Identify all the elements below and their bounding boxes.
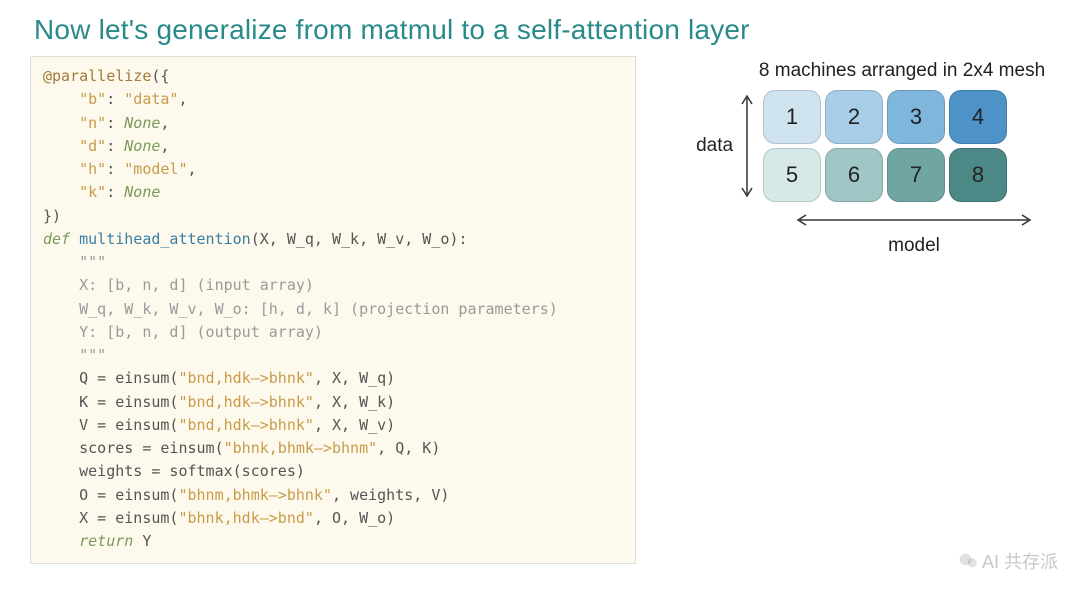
wechat-icon — [958, 551, 978, 571]
map-h: "model" — [124, 160, 187, 178]
vertical-arrow-icon — [739, 90, 755, 202]
slide-title: Now let's generalize from matmul to a se… — [34, 14, 1050, 46]
code-line: K = einsum("bnd,hdk—>bhnk", X, W_k) — [79, 393, 395, 411]
mesh-cell: 2 — [825, 90, 883, 144]
docstring-line: X: [b, n, d] (input array) — [79, 276, 314, 294]
docstring-line: W_q, W_k, W_v, W_o: [h, d, k] (projectio… — [79, 300, 558, 318]
model-axis-label: model — [888, 235, 940, 257]
mesh-cell: 1 — [763, 90, 821, 144]
mesh-cell: 5 — [763, 148, 821, 202]
mesh-cell: 7 — [887, 148, 945, 202]
map-k: None — [124, 183, 160, 201]
code-line: scores = einsum("bhnk,bhmk—>bhnm", Q, K) — [79, 439, 440, 457]
watermark-text: AI 共存派 — [982, 548, 1058, 574]
mesh-cell: 8 — [949, 148, 1007, 202]
function-name: multihead_attention — [79, 230, 251, 248]
code-line: weights = softmax(scores) — [79, 462, 305, 480]
horizontal-arrow-icon — [792, 212, 1036, 233]
code-line: V = einsum("bnd,hdk—>bhnk", X, W_v) — [79, 416, 395, 434]
return-keyword: return — [79, 532, 133, 550]
docstring-close: """ — [79, 346, 106, 364]
mesh-diagram: 8 machines arranged in 2x4 mesh data 123… — [696, 60, 1050, 257]
mesh-cell: 6 — [825, 148, 883, 202]
mesh-title: 8 machines arranged in 2x4 mesh — [754, 60, 1050, 82]
mesh-cell: 3 — [887, 90, 945, 144]
map-d: None — [124, 137, 160, 155]
mesh-cell: 4 — [949, 90, 1007, 144]
watermark: AI 共存派 — [958, 548, 1058, 574]
code-line: O = einsum("bhnm,bhmk—>bhnk", weights, V… — [79, 486, 449, 504]
docstring-open: """ — [79, 253, 106, 271]
return-value: Y — [142, 532, 151, 550]
decorator-name: @parallelize — [43, 67, 151, 85]
function-params: (X, W_q, W_k, W_v, W_o): — [251, 230, 468, 248]
code-block: @parallelize({ "b": "data", "n": None, "… — [30, 56, 636, 564]
map-b: "data" — [124, 90, 178, 108]
map-n: None — [124, 114, 160, 132]
data-axis-label: data — [696, 135, 733, 157]
code-line: Q = einsum("bnd,hdk—>bhnk", X, W_q) — [79, 369, 395, 387]
def-keyword: def — [43, 230, 70, 248]
code-line: X = einsum("bhnk,hdk—>bnd", O, W_o) — [79, 509, 395, 527]
docstring-line: Y: [b, n, d] (output array) — [79, 323, 323, 341]
